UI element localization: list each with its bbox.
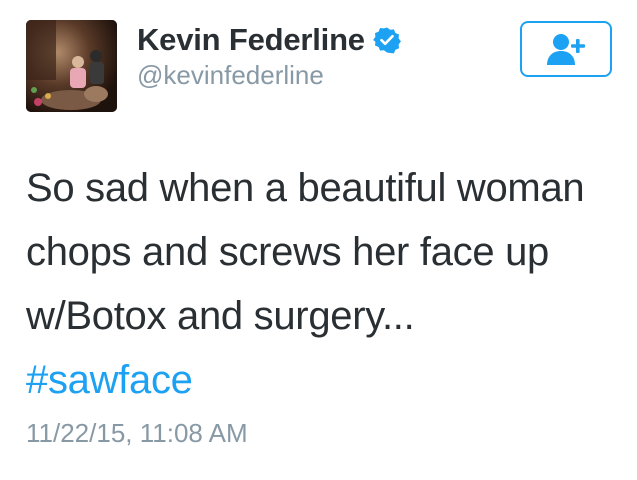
add-user-icon: [547, 34, 585, 65]
timestamp[interactable]: 11/22/15, 11:08 AM: [26, 418, 248, 449]
follow-button[interactable]: [520, 21, 612, 77]
display-name[interactable]: Kevin Federline: [137, 22, 365, 58]
user-handle[interactable]: @kevinfederline: [137, 60, 324, 91]
avatar[interactable]: [26, 20, 117, 112]
profile-photo-icon: [26, 20, 117, 112]
tweet-card: Kevin Federline @kevinfederline So sad w…: [0, 0, 637, 480]
verified-badge-icon: [372, 26, 401, 54]
hashtag-link[interactable]: #sawface: [26, 358, 193, 402]
display-name-row: Kevin Federline: [137, 18, 401, 62]
tweet-body: So sad when a beautiful woman chops and …: [26, 166, 585, 338]
tweet-text: So sad when a beautiful woman chops and …: [26, 156, 626, 412]
